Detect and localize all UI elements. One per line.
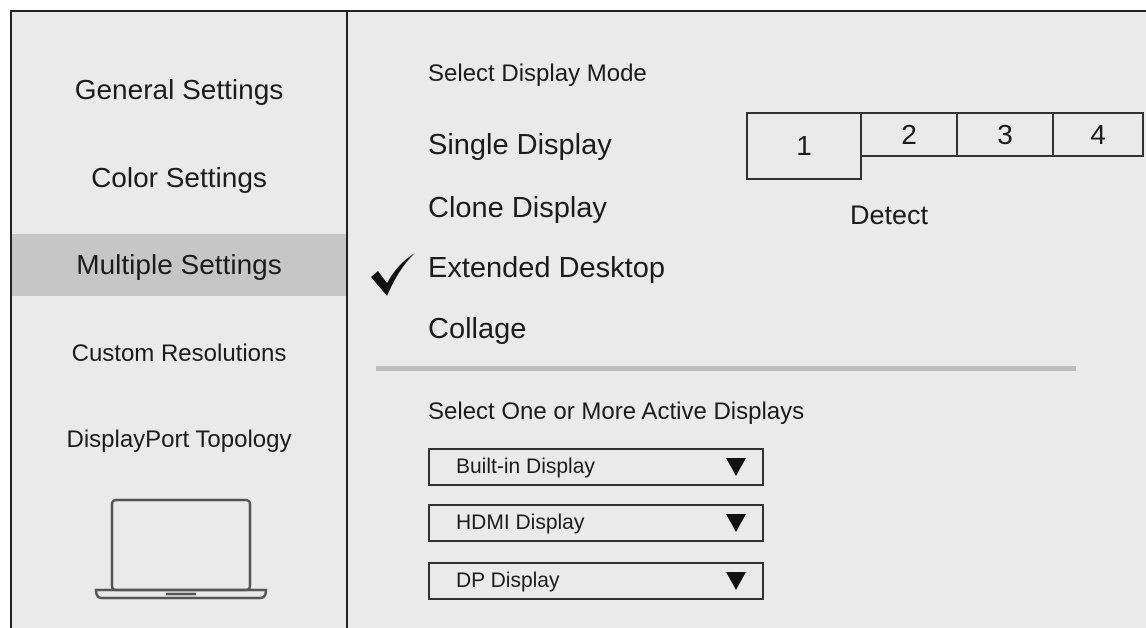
- triangle-down-icon: [726, 514, 746, 532]
- settings-window: General Settings Color Settings Multiple…: [10, 10, 1146, 628]
- monitor-box-4[interactable]: 4: [1052, 112, 1144, 157]
- monitor-number-1: 1: [796, 130, 812, 161]
- monitor-box-3[interactable]: 3: [956, 112, 1054, 157]
- monitor-box-2[interactable]: 2: [860, 112, 958, 157]
- display-mode-heading: Select Display Mode: [428, 60, 647, 87]
- triangle-down-icon: [726, 458, 746, 476]
- sidebar: General Settings Color Settings Multiple…: [12, 12, 348, 628]
- detect-button[interactable]: Detect: [850, 200, 928, 231]
- sidebar-item-custom-resolutions[interactable]: Custom Resolutions: [12, 340, 346, 368]
- sidebar-item-general-settings[interactable]: General Settings: [12, 74, 346, 106]
- hdmi-display-dropdown[interactable]: HDMI Display: [428, 504, 764, 542]
- active-displays-heading: Select One or More Active Displays: [428, 398, 805, 425]
- monitor-number-4: 4: [1090, 119, 1106, 150]
- built-in-display-dropdown[interactable]: Built-in Display: [428, 448, 764, 486]
- mode-collage[interactable]: Collage: [428, 313, 526, 346]
- dp-display-dropdown[interactable]: DP Display: [428, 562, 764, 600]
- sidebar-item-multiple-settings[interactable]: Multiple Settings: [12, 234, 346, 296]
- dropdown-label: HDMI Display: [456, 511, 585, 534]
- checkmark-icon: [371, 253, 415, 296]
- dropdown-label: DP Display: [456, 569, 560, 592]
- sidebar-item-color-settings[interactable]: Color Settings: [12, 162, 346, 194]
- dropdown-label: Built-in Display: [456, 455, 595, 478]
- laptop-icon: [94, 498, 268, 600]
- sidebar-item-displayport-topology[interactable]: DisplayPort Topology: [12, 426, 346, 454]
- mode-extended-desktop[interactable]: Extended Desktop: [428, 252, 665, 285]
- monitor-box-1[interactable]: 1: [746, 112, 862, 180]
- mode-clone-display[interactable]: Clone Display: [428, 192, 607, 225]
- triangle-down-icon: [726, 572, 746, 590]
- section-divider: [376, 366, 1076, 371]
- main-panel: Select Display Mode Single Display Clone…: [348, 12, 1146, 628]
- mode-single-display[interactable]: Single Display: [428, 129, 612, 162]
- monitor-number-2: 2: [901, 119, 917, 150]
- monitor-number-3: 3: [997, 119, 1013, 150]
